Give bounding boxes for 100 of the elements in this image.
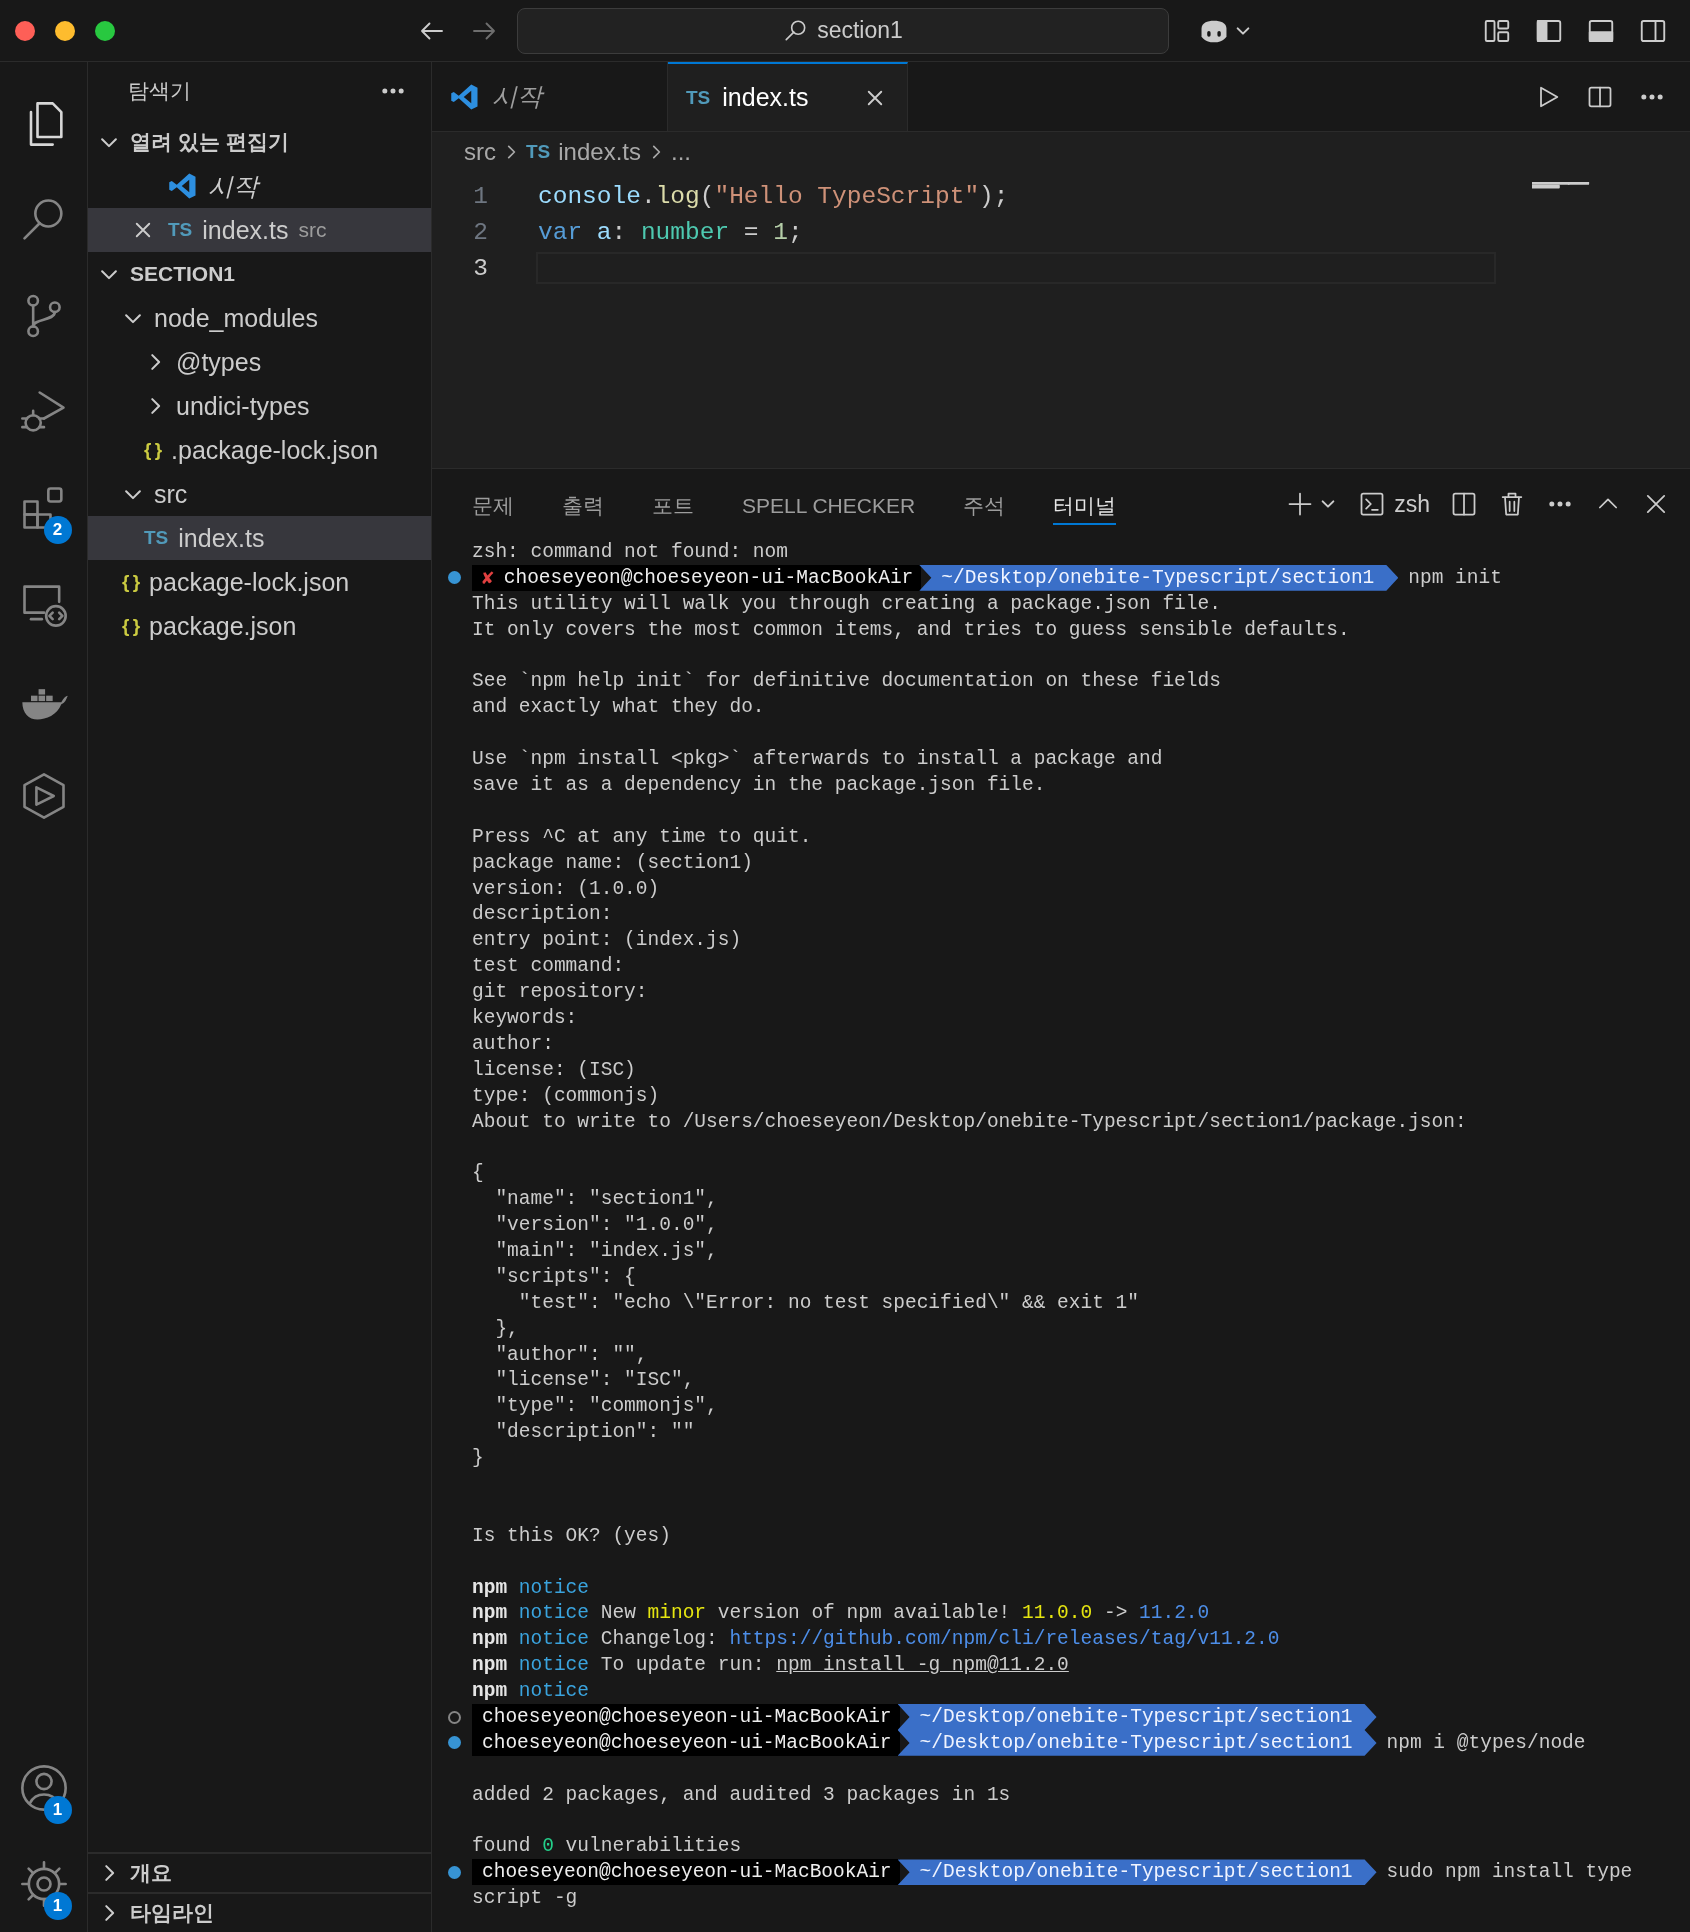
tree-item[interactable]: TS index.ts — [88, 516, 431, 560]
terminal-line: This utility will walk you through creating a package.json file. — [472, 592, 1221, 615]
terminal-command: npm init — [1408, 566, 1502, 589]
file-path-hint: src — [298, 218, 327, 242]
terminal-line: version: (1.0.0) — [472, 877, 660, 900]
terminal-line: entry point: (index.js) — [472, 929, 742, 952]
breadcrumb-item[interactable]: src — [464, 138, 496, 166]
activity-bar-button[interactable]: 1 — [0, 1836, 88, 1932]
section-header[interactable]: SECTION1 — [88, 252, 431, 296]
terminal-line: type: (commonjs) — [472, 1084, 660, 1107]
command-status-dot[interactable] — [448, 571, 461, 585]
terminal-line: save it as a dependency in the package.json file. — [472, 773, 1046, 796]
ts-file-icon: TS — [144, 527, 169, 549]
command-status-dot[interactable] — [448, 1865, 461, 1879]
close-window-button[interactable] — [15, 20, 35, 41]
terminal-command: sudo npm install type — [1386, 1861, 1633, 1884]
close-icon[interactable] — [133, 220, 153, 240]
tree-item[interactable]: @types — [88, 340, 431, 384]
sidebar-title: 탐색기 — [128, 78, 192, 104]
prompt-path-segment: ~/Desktop/onebite-Typescript/section1 — [919, 564, 1399, 591]
breadcrumb-item[interactable]: TS index.ts — [526, 138, 641, 166]
vscode-logo-icon — [168, 171, 198, 201]
terminal-line: Is this OK? (yes) — [472, 1524, 671, 1547]
tree-item[interactable]: src — [88, 472, 431, 516]
command-status-dot[interactable] — [448, 1736, 461, 1750]
tree-item[interactable]: node_modules — [88, 296, 431, 340]
panel-tab[interactable]: 문제 — [472, 483, 514, 525]
panel-tab[interactable]: 주석 — [963, 483, 1006, 525]
section-header[interactable]: 열려 있는 편집기 — [88, 120, 431, 164]
terminal-line: "test": "echo \"Error: no test specified\" && exit 1" — [517, 1291, 1139, 1314]
prompt-user-segment: choeseyeon@choeseyeon-ui-MacBookAir — [472, 1704, 900, 1730]
panel-tab[interactable]: SPELL CHECKER — [742, 483, 916, 525]
activity-bar-button[interactable]: 1 — [0, 1740, 88, 1836]
json-file-icon: { } — [122, 571, 140, 593]
terminal-line: Press ^C at any time to quit. — [472, 825, 812, 848]
tree-item[interactable]: { } package-lock.json — [88, 560, 431, 604]
split-terminal-icon[interactable] — [1450, 490, 1478, 518]
ts-file-icon: TS — [686, 86, 711, 109]
open-editor-item[interactable]: TS index.ts src — [88, 208, 431, 252]
open-editor-item[interactable]: 시작 — [88, 164, 431, 208]
ts-file-icon: TS — [168, 219, 193, 241]
command-center-search[interactable]: section1 — [517, 7, 1169, 54]
terminal-line: } — [472, 1447, 484, 1470]
notification-count: 1 — [43, 1892, 72, 1920]
terminal-line: See `npm help init` for definitive documentation on these fields — [472, 670, 1221, 693]
panel-tab[interactable]: 터미널 — [1053, 483, 1117, 525]
line-number: 1 — [472, 182, 488, 210]
prompt-path-segment: ~/Desktop/onebite-Typescript/section1 — [897, 1704, 1377, 1730]
notification-count: 1 — [43, 1796, 72, 1824]
prompt-user-segment: choeseyeon@choeseyeon-ui-MacBookAir — [472, 1859, 900, 1886]
terminal-line: author: — [472, 1032, 554, 1055]
terminal-line: { — [472, 1162, 484, 1185]
terminal-line: It only covers the most common items, and tries to guess sensible defaults. — [472, 618, 1350, 641]
terminal-line: npm notice — [472, 1680, 590, 1703]
terminal-line: npm notice — [472, 1576, 590, 1599]
command-status-dot[interactable] — [448, 1710, 461, 1724]
panel-tab[interactable]: 포트 — [652, 483, 694, 525]
zoom-window-button[interactable] — [95, 20, 115, 41]
notification-count: 2 — [43, 516, 72, 544]
terminal-line: "version": "1.0.0", — [494, 1214, 718, 1237]
terminal-selector[interactable]: zsh — [1358, 490, 1430, 518]
panel-tab[interactable]: 출력 — [562, 483, 604, 525]
line-number: 2 — [472, 218, 488, 246]
terminal-command: npm i @types/node — [1386, 1731, 1586, 1754]
terminal-line: "license": "ISC", — [494, 1369, 695, 1392]
prompt-path-segment: ~/Desktop/onebite-Typescript/section1 — [897, 1859, 1377, 1886]
terminal-line: script -g — [472, 1887, 578, 1910]
terminal-line: and exactly what they do. — [472, 696, 765, 719]
terminal-line: npm notice Changelog: https://github.com/npm/cli/releases/tag/v11.2.0 — [472, 1628, 1280, 1651]
terminal-line: About to write to /Users/choeseyeon/Desktop/onebite-Typescript/section1/package.json: — [472, 1110, 1467, 1133]
activity-bar-button[interactable]: 2 — [0, 460, 88, 556]
breadcrumb-item[interactable]: ... — [671, 138, 691, 166]
terminal-line: package name: (section1) — [472, 851, 753, 874]
prompt-user-segment: ✘ choeseyeon@choeseyeon-ui-MacBookAir — [472, 564, 922, 591]
terminal-line: added 2 packages, and audited 3 packages in 1s — [472, 1783, 1011, 1806]
terminal-line: license: (ISC) — [472, 1058, 636, 1081]
json-file-icon: { } — [144, 439, 162, 461]
terminal-line: zsh: command not found: nom — [472, 540, 788, 563]
terminal-line: }, — [494, 1317, 519, 1340]
section-header[interactable]: 개요 — [88, 1852, 431, 1892]
terminal-line: description: — [472, 903, 613, 926]
line-number: 3 — [472, 254, 488, 282]
tree-item[interactable]: undici-types — [88, 384, 431, 428]
prompt-path-segment: ~/Desktop/onebite-Typescript/section1 — [897, 1729, 1377, 1756]
terminal-line: "type": "commonjs", — [494, 1395, 718, 1418]
terminal-line: npm notice New minor version of npm available! 11.0.0 -> 11.2.0 — [472, 1602, 1210, 1625]
tree-item[interactable]: { } .package-lock.json — [88, 428, 431, 472]
code-line: console.log("Hello TypeScript"); — [537, 181, 1010, 212]
terminal-line: "author": "", — [494, 1343, 648, 1366]
section-header[interactable]: 타임라인 — [88, 1892, 431, 1932]
terminal-line: "scripts": { — [494, 1265, 636, 1288]
prompt-user-segment: choeseyeon@choeseyeon-ui-MacBookAir — [472, 1729, 900, 1756]
tree-item[interactable]: { } package.json — [88, 604, 431, 648]
terminal-line: "main": "index.js", — [494, 1240, 718, 1262]
editor-tab[interactable]: TS index.ts — [668, 62, 908, 131]
minimize-window-button[interactable] — [55, 20, 75, 41]
terminal-line: npm notice To update run: npm install -g npm@11.2.0 — [472, 1654, 1069, 1677]
terminal-line: keywords: — [472, 1006, 578, 1029]
terminal-line: "description": "" — [494, 1421, 695, 1444]
terminal-line: "name": "section1", — [494, 1188, 718, 1211]
